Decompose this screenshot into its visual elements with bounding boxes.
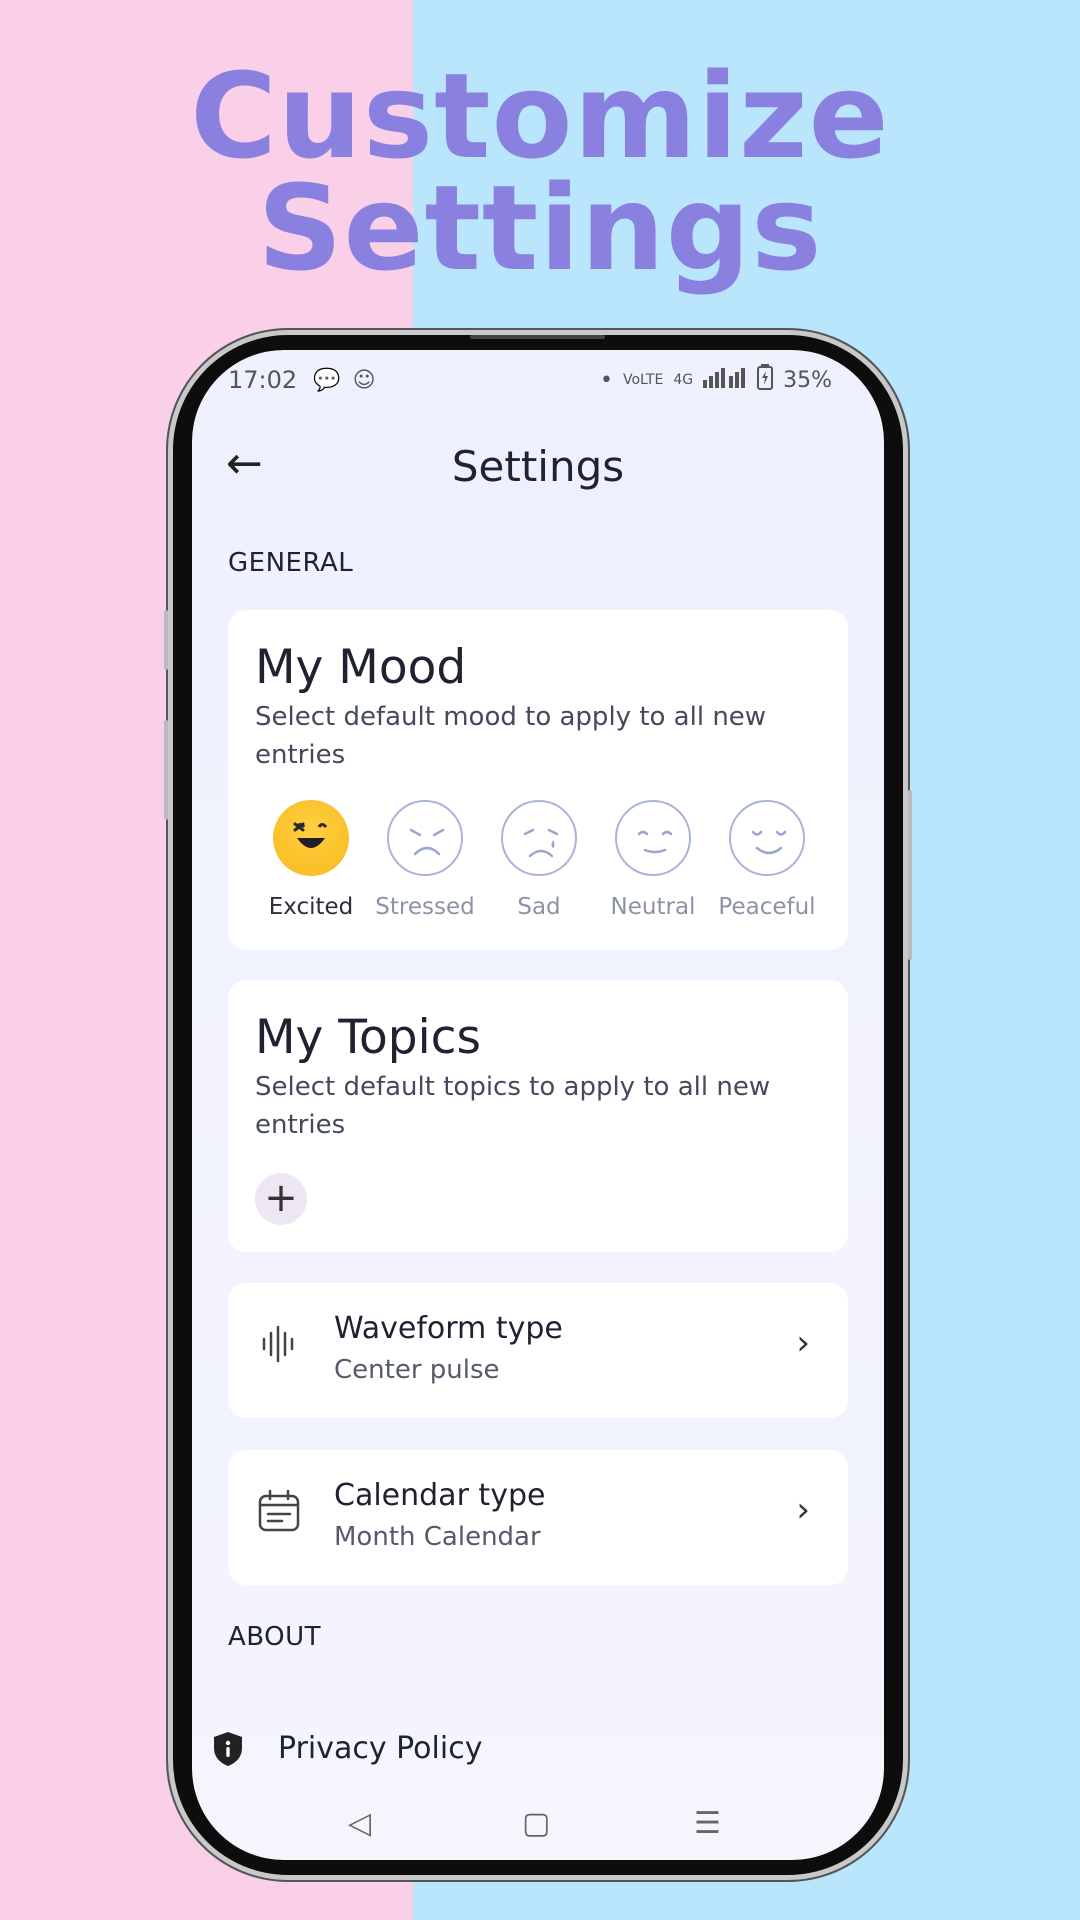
topics-card-title: My Topics — [255, 1010, 482, 1065]
system-nav-bar: ◁ ▢ ☰ — [192, 1800, 884, 1860]
mood-card-title: My Mood — [255, 640, 467, 695]
waveform-type-row[interactable]: Waveform type Center pulse › — [228, 1283, 848, 1418]
mood-option-sad[interactable]: Sad — [484, 800, 594, 920]
mood-option-excited[interactable]: Excited — [256, 800, 366, 920]
topics-card-subtitle: Select default topics to apply to all ne… — [255, 1072, 771, 1140]
waveform-type-title: Waveform type — [334, 1311, 563, 1346]
headline-line-1: Customize — [190, 47, 890, 185]
calendar-icon — [256, 1488, 302, 1534]
signal-icon — [703, 366, 747, 394]
volte-icon: VoLTE — [623, 372, 664, 388]
calendar-type-title: Calendar type — [334, 1478, 546, 1513]
topics-card: My Topics Select default topics to apply… — [228, 980, 848, 1252]
add-topic-button[interactable]: + — [255, 1173, 307, 1225]
privacy-policy-row[interactable]: Privacy Policy — [212, 1725, 812, 1775]
mood-label: Peaceful — [718, 894, 816, 920]
mood-option-neutral[interactable]: Neutral — [598, 800, 708, 920]
nav-home-icon[interactable]: ▢ — [522, 1806, 550, 1841]
waveform-icon — [256, 1321, 302, 1367]
battery-icon — [757, 364, 774, 396]
dot-icon: • — [600, 367, 613, 393]
headline-line-2: Settings — [257, 159, 823, 297]
volume-button — [164, 610, 168, 670]
network-label: 4G — [673, 372, 694, 388]
excited-face-icon — [273, 800, 349, 876]
app-bar: ← Settings — [192, 420, 884, 510]
mood-label: Stressed — [375, 894, 475, 920]
mood-option-stressed[interactable]: Stressed — [370, 800, 480, 920]
chat-notification-icon: 💬 — [313, 367, 341, 393]
shield-icon — [212, 1731, 244, 1767]
mood-card-subtitle: Select default mood to apply to all new … — [255, 702, 767, 770]
mood-options: Excited Stressed Sad Neutral Peaceful — [228, 800, 848, 920]
section-label-about: ABOUT — [228, 1622, 322, 1652]
mood-label: Sad — [517, 894, 561, 920]
mood-card: My Mood Select default mood to apply to … — [228, 610, 848, 950]
section-label-general: GENERAL — [228, 548, 354, 578]
mood-label: Excited — [268, 894, 354, 920]
stressed-face-icon — [387, 800, 463, 876]
calendar-type-row[interactable]: Calendar type Month Calendar › — [228, 1450, 848, 1585]
sad-face-icon — [501, 800, 577, 876]
power-button — [908, 790, 912, 960]
page-title: Settings — [451, 442, 625, 491]
calendar-type-value: Month Calendar — [334, 1522, 541, 1552]
volume-button — [164, 720, 168, 820]
battery-percent: 35% — [783, 367, 832, 393]
neutral-face-icon — [615, 800, 691, 876]
waveform-type-value: Center pulse — [334, 1355, 500, 1385]
phone-screen: 17:02 💬 ☺ • VoLTE 4G 35% ← Settings GENE… — [192, 350, 884, 1860]
privacy-policy-label: Privacy Policy — [278, 1731, 483, 1766]
headline: Customize Settings — [0, 47, 1080, 297]
chevron-right-icon: › — [796, 1490, 810, 1530]
mood-option-peaceful[interactable]: Peaceful — [712, 800, 822, 920]
app-notification-icon: ☺ — [352, 367, 376, 393]
status-bar: 17:02 💬 ☺ • VoLTE 4G 35% — [228, 358, 832, 402]
nav-back-icon[interactable]: ◁ — [348, 1806, 371, 1841]
peaceful-face-icon — [729, 800, 805, 876]
mood-label: Neutral — [610, 894, 696, 920]
chevron-right-icon: › — [796, 1323, 810, 1363]
nav-recents-icon[interactable]: ☰ — [694, 1806, 721, 1841]
status-time: 17:02 — [228, 366, 298, 394]
speaker-grille — [470, 335, 605, 339]
